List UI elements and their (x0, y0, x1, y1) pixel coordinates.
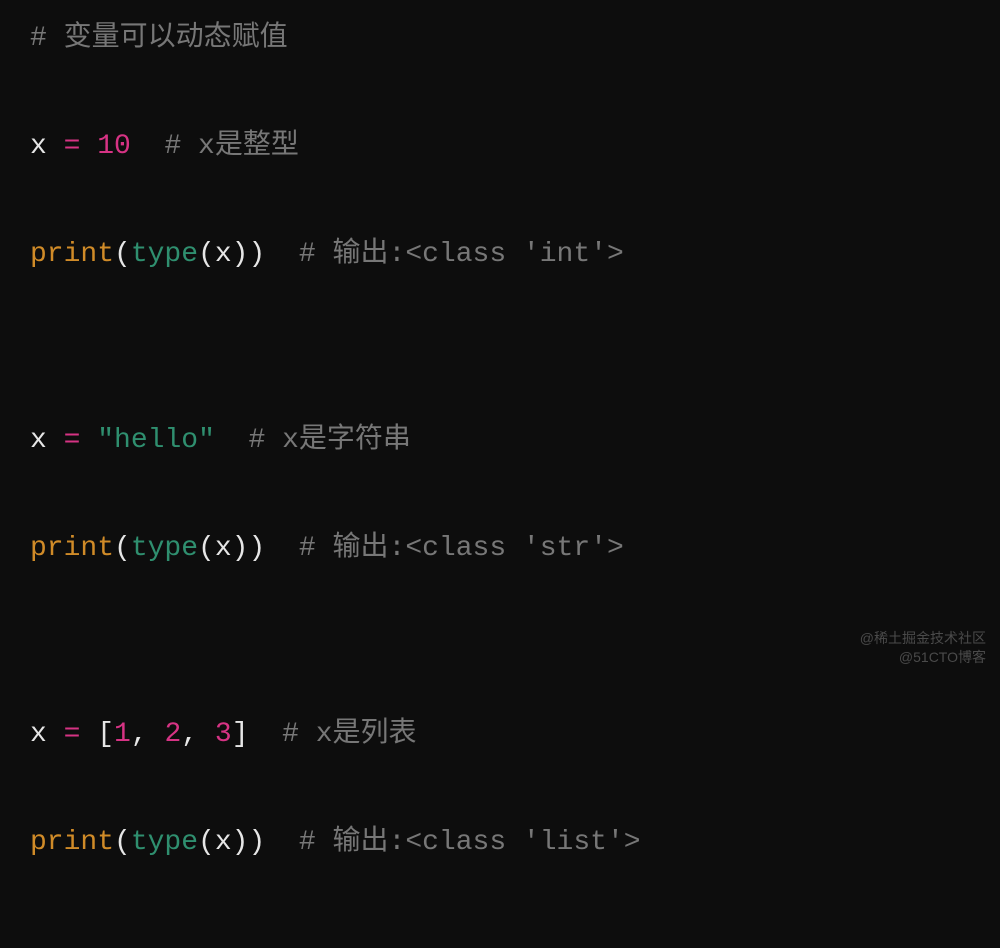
comma: , (131, 719, 165, 750)
number-literal: 1 (114, 719, 131, 750)
blank-line (30, 342, 970, 378)
paren-open: ( (198, 239, 215, 270)
code-line-3: print(type(x)) # 输出:<class 'int'> (30, 234, 970, 276)
paren-open: ( (114, 533, 131, 564)
comment: # x是整型 (164, 131, 298, 162)
comment: # 输出:<class 'list'> (299, 827, 641, 858)
variable-x: x (30, 131, 47, 162)
watermark-line-2: @51CTO博客 (860, 648, 986, 668)
number-literal: 3 (215, 719, 232, 750)
paren-open: ( (114, 827, 131, 858)
assign-op: = (47, 719, 97, 750)
string-literal: hello (114, 425, 198, 456)
string-quote: " (97, 425, 114, 456)
paren-close: ) (248, 533, 265, 564)
number-literal: 2 (164, 719, 181, 750)
assign-op: = (47, 425, 97, 456)
variable-x: x (30, 719, 47, 750)
code-line-5: print(type(x)) # 输出:<class 'str'> (30, 528, 970, 570)
paren-close: ) (232, 827, 249, 858)
type-call: type (131, 533, 198, 564)
paren-close: ) (232, 239, 249, 270)
string-quote: " (198, 425, 215, 456)
print-call: print (30, 827, 114, 858)
comment: # x是字符串 (248, 425, 410, 456)
variable-x: x (215, 239, 232, 270)
assign-op: = (47, 131, 97, 162)
bracket-open: [ (97, 719, 114, 750)
watermark: @稀土掘金技术社区 @51CTO博客 (860, 629, 986, 668)
space (265, 827, 299, 858)
space (265, 239, 299, 270)
variable-x: x (215, 827, 232, 858)
comment: # 变量可以动态赋值 (30, 23, 288, 54)
paren-close: ) (232, 533, 249, 564)
type-call: type (131, 827, 198, 858)
comment: # x是列表 (282, 719, 416, 750)
code-line-6: x = [1, 2, 3] # x是列表 (30, 714, 970, 756)
code-line-7: print(type(x)) # 输出:<class 'list'> (30, 822, 970, 864)
paren-open: ( (198, 827, 215, 858)
type-call: type (131, 239, 198, 270)
space (265, 533, 299, 564)
paren-close: ) (248, 827, 265, 858)
code-block: # 变量可以动态赋值 x = 10 # x是整型 print(type(x)) … (0, 0, 1000, 948)
bracket-close: ] (232, 719, 249, 750)
comma: , (181, 719, 215, 750)
print-call: print (30, 533, 114, 564)
paren-close: ) (248, 239, 265, 270)
comment: # 输出:<class 'int'> (299, 239, 624, 270)
print-call: print (30, 239, 114, 270)
comment: # 输出:<class 'str'> (299, 533, 624, 564)
variable-x: x (30, 425, 47, 456)
paren-open: ( (198, 533, 215, 564)
code-line-4: x = "hello" # x是字符串 (30, 420, 970, 462)
watermark-line-1: @稀土掘金技术社区 (860, 629, 986, 649)
code-line-1: # 变量可以动态赋值 (30, 18, 970, 60)
paren-open: ( (114, 239, 131, 270)
space (215, 425, 249, 456)
blank-line (30, 636, 970, 672)
code-line-2: x = 10 # x是整型 (30, 126, 970, 168)
variable-x: x (215, 533, 232, 564)
space (249, 719, 283, 750)
number-literal: 10 (97, 131, 131, 162)
space (131, 131, 165, 162)
